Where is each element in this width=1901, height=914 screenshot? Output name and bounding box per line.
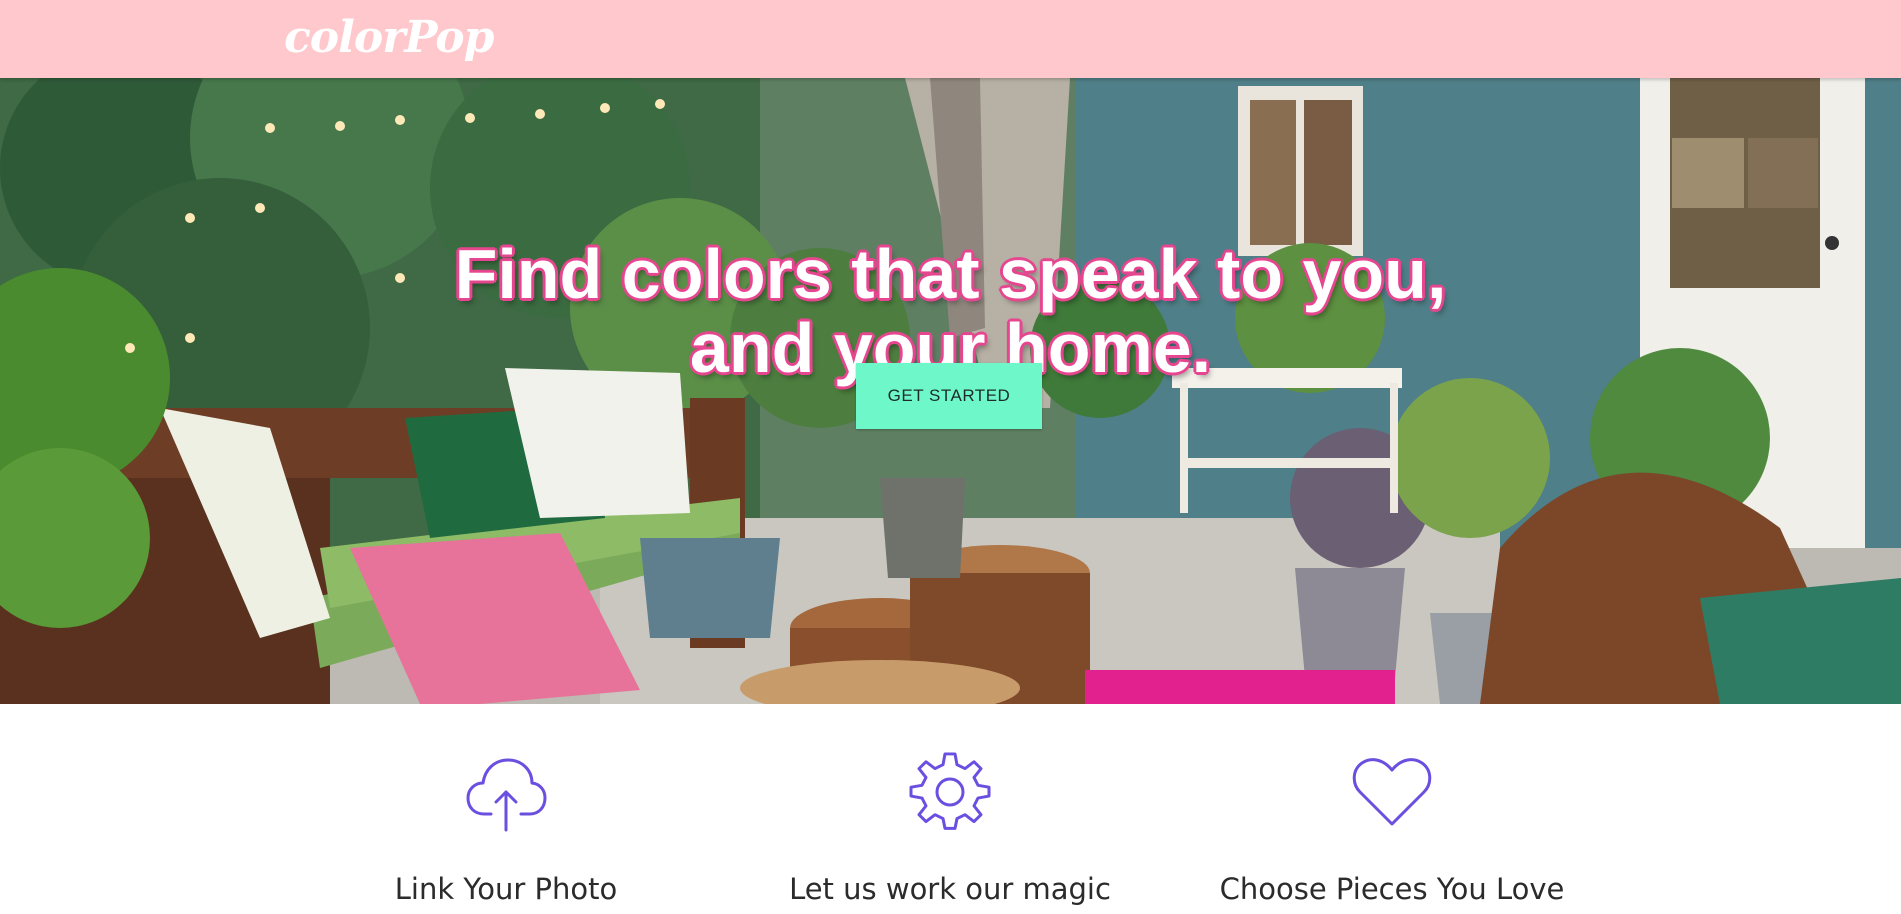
feature-label-choose-pieces: Choose Pieces You Love — [1219, 872, 1565, 906]
gear-icon — [909, 752, 991, 830]
feature-choose-pieces: Choose Pieces You Love — [1182, 752, 1602, 906]
logo[interactable]: colorPop — [284, 12, 494, 63]
feature-magic: Let us work our magic — [740, 752, 1160, 906]
hero-section: Find colors that speak to you, and your … — [0, 78, 1901, 704]
heart-icon — [1352, 758, 1432, 826]
features-section: Link Your Photo Let us work our magic Ch… — [0, 704, 1901, 914]
feature-label-link-photo: Link Your Photo — [394, 872, 618, 906]
cloud-upload-icon — [466, 758, 547, 832]
get-started-button[interactable]: GET STARTED — [856, 363, 1042, 429]
navbar: colorPop — [0, 0, 1901, 78]
hero-title-line-1: Find colors that speak to you, — [454, 234, 1447, 313]
feature-label-magic: Let us work our magic — [789, 872, 1111, 906]
feature-link-photo: Link Your Photo — [296, 752, 716, 906]
